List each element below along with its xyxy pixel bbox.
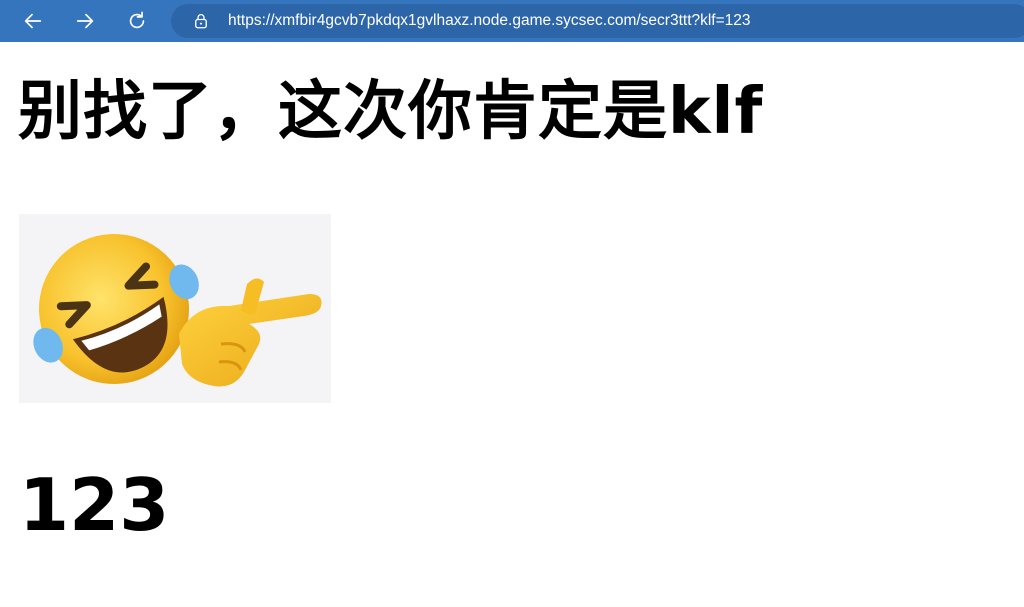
- laughing-crying-emoji-pointing-icon: [19, 214, 331, 403]
- lock-icon[interactable]: [192, 12, 210, 30]
- refresh-icon: [129, 11, 145, 29]
- klf-value: 123: [19, 463, 170, 547]
- back-arrow-icon: [24, 13, 42, 29]
- browser-toolbar: https://xmfbir4gcvb7pkdqx1gvlhaxz.node.g…: [0, 0, 1024, 42]
- page-heading: 别找了，这次你肯定是klf: [18, 75, 764, 149]
- forward-arrow-icon: [76, 13, 94, 29]
- forward-button[interactable]: [69, 5, 101, 37]
- back-button[interactable]: [17, 5, 49, 37]
- url-text[interactable]: https://xmfbir4gcvb7pkdqx1gvlhaxz.node.g…: [228, 4, 751, 38]
- address-bar[interactable]: https://xmfbir4gcvb7pkdqx1gvlhaxz.node.g…: [171, 4, 1024, 38]
- page-content: 别找了，这次你肯定是klf 123: [0, 42, 1024, 607]
- refresh-button[interactable]: [121, 5, 153, 37]
